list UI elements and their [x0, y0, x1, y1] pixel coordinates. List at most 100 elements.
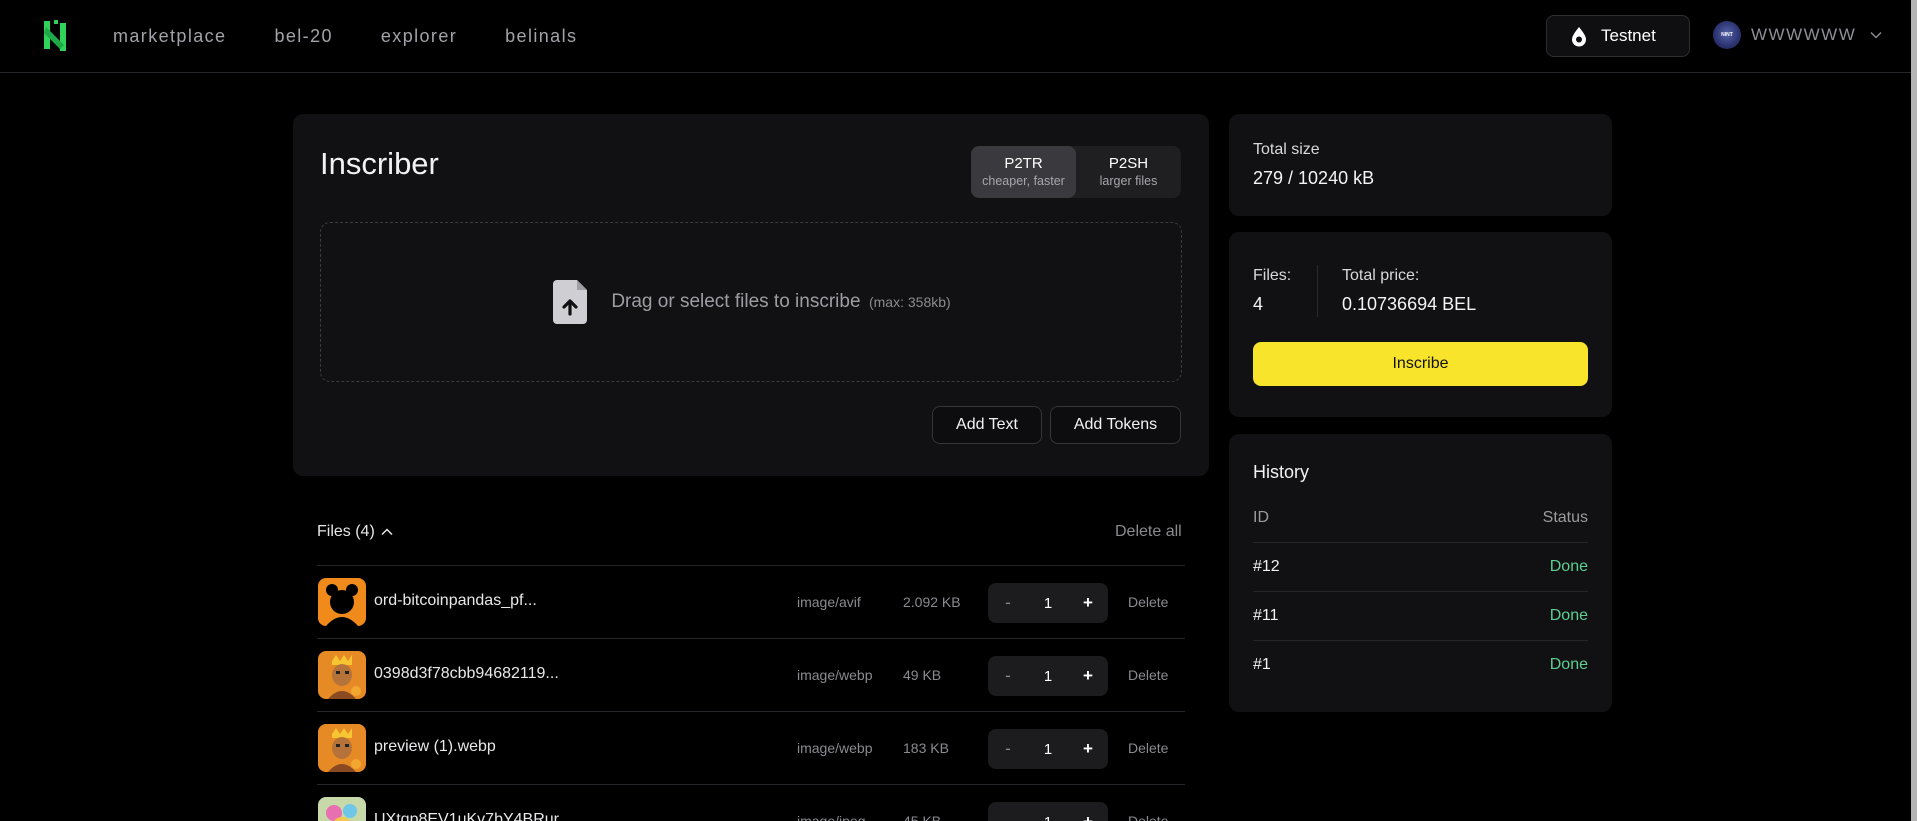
files-count-value: 4 [1253, 294, 1264, 314]
add-text-button[interactable]: Add Text [932, 406, 1042, 444]
decrement-button[interactable]: - [998, 593, 1018, 613]
status-badge: Done [1549, 656, 1588, 673]
history-col-status: Status [1542, 509, 1588, 526]
decrement-button[interactable]: - [998, 666, 1018, 686]
chevron-down-icon [1870, 32, 1882, 39]
account-name: WWWWWW [1751, 25, 1857, 44]
divider [1317, 265, 1318, 317]
file-size: 183 KB [903, 740, 949, 756]
network-button[interactable]: Testnet [1546, 15, 1690, 57]
mode-subtitle: cheaper, faster [982, 174, 1065, 188]
decrement-button[interactable]: - [998, 739, 1018, 759]
total-size-value: 279 / 10240 kB [1253, 168, 1375, 188]
file-row: 0398d3f78cbb94682119... image/webp 49 KB… [317, 638, 1185, 711]
history-list: #12 Done #11 Done #1 Done [1253, 542, 1588, 689]
file-row: ord-bitcoinpandas_pf... image/avif 2.092… [317, 565, 1185, 638]
dropzone-max-size: (max: 358kb) [868, 294, 951, 310]
history-col-id: ID [1253, 509, 1269, 526]
file-name: preview (1).webp [374, 738, 496, 755]
history-id: #11 [1253, 607, 1279, 624]
network-drop-icon [1572, 27, 1586, 47]
status-badge: Done [1549, 607, 1588, 624]
status-badge: Done [1549, 558, 1588, 575]
chevron-up-icon [381, 528, 393, 536]
history-row[interactable]: #1 Done [1253, 640, 1588, 689]
file-name: 0398d3f78cbb94682119... [374, 665, 559, 682]
total-size-label: Total size [1253, 141, 1320, 158]
colorful-art-thumbnail [318, 797, 366, 821]
nav-bel-20[interactable]: bel-20 [274, 26, 332, 47]
nav-marketplace[interactable]: marketplace [113, 26, 226, 47]
file-upload-icon [553, 280, 588, 324]
history-header: ID Status [1253, 509, 1588, 527]
quantity-stepper: - 1 + [988, 729, 1108, 769]
quantity-value[interactable]: 1 [1044, 741, 1052, 758]
top-header: marketplace bel-20 explorer belinals Tes… [0, 0, 1911, 73]
history-row[interactable]: #11 Done [1253, 591, 1588, 640]
network-label: Testnet [1601, 26, 1656, 45]
nav-belinals[interactable]: belinals [505, 26, 577, 47]
file-size: 2.092 KB [903, 594, 961, 610]
add-tokens-button[interactable]: Add Tokens [1050, 406, 1181, 444]
increment-button[interactable]: + [1078, 739, 1098, 759]
files-header: Files (4) [317, 523, 375, 540]
page-title: Inscriber [320, 146, 439, 181]
file-type: image/jpeg [797, 813, 866, 821]
delete-file-button[interactable]: Delete [1128, 594, 1168, 610]
quantity-stepper: - 1 + [988, 802, 1108, 821]
history-id: #12 [1253, 558, 1280, 575]
mode-p2sh[interactable]: P2SH larger files [1076, 146, 1181, 198]
delete-file-button[interactable]: Delete [1128, 740, 1168, 756]
history-title: History [1253, 462, 1310, 482]
decrement-button[interactable]: - [998, 812, 1018, 821]
file-size: 45 KB [903, 813, 942, 821]
total-price-value: 0.10736694 BEL [1342, 294, 1477, 314]
logo-icon[interactable] [40, 19, 70, 53]
files-toggle[interactable]: Files (4) [317, 523, 393, 541]
increment-button[interactable]: + [1078, 666, 1098, 686]
delete-file-button[interactable]: Delete [1128, 813, 1168, 821]
file-row: preview (1).webp image/webp 183 KB - 1 +… [317, 711, 1185, 784]
files-count-label: Files: [1253, 267, 1292, 284]
inscribe-button[interactable]: Inscribe [1253, 342, 1588, 386]
delete-file-button[interactable]: Delete [1128, 667, 1168, 683]
quantity-value[interactable]: 1 [1044, 668, 1052, 685]
king-thumbnail [318, 724, 366, 772]
quantity-value[interactable]: 1 [1044, 595, 1052, 612]
delete-all-button[interactable]: Delete all [1115, 523, 1182, 541]
quantity-value[interactable]: 1 [1044, 814, 1052, 821]
file-name: UXtqp8EV1uKv7bY4BRur [374, 811, 559, 821]
quantity-stepper: - 1 + [988, 656, 1108, 696]
total-price-label: Total price: [1342, 267, 1420, 284]
increment-button[interactable]: + [1078, 593, 1098, 613]
mode-subtitle: larger files [1099, 174, 1158, 188]
avatar: NINT [1713, 21, 1741, 49]
history-card: History ID Status #12 Done #11 Done #1 D… [1229, 434, 1612, 712]
inscriber-panel: Inscriber P2TR cheaper, faster P2SH larg… [293, 114, 1209, 476]
file-name: ord-bitcoinpandas_pf... [374, 592, 537, 609]
account-menu[interactable]: NINT WWWWWW [1713, 21, 1882, 49]
mode-p2tr[interactable]: P2TR cheaper, faster [971, 146, 1076, 198]
main-nav: marketplace bel-20 explorer belinals [113, 26, 577, 47]
nav-explorer[interactable]: explorer [381, 26, 457, 47]
history-id: #1 [1253, 656, 1271, 673]
mode-toggle: P2TR cheaper, faster P2SH larger files [971, 146, 1181, 198]
file-dropzone[interactable]: Drag or select files to inscribe (max: 3… [320, 222, 1182, 382]
total-size-card: Total size 279 / 10240 kB [1229, 114, 1612, 216]
increment-button[interactable]: + [1078, 812, 1098, 821]
file-size: 49 KB [903, 667, 942, 683]
page-scrollbar[interactable] [1911, 0, 1917, 821]
files-list: ord-bitcoinpandas_pf... image/avif 2.092… [317, 565, 1185, 821]
mode-title: P2SH [1108, 155, 1149, 172]
file-type: image/avif [797, 594, 861, 610]
history-row[interactable]: #12 Done [1253, 542, 1588, 591]
file-type: image/webp [797, 740, 873, 756]
panda-thumbnail [318, 578, 366, 626]
price-card: Files: 4 Total price: 0.10736694 BEL Ins… [1229, 232, 1612, 417]
file-row: UXtqp8EV1uKv7bY4BRur image/jpeg 45 KB - … [317, 784, 1185, 821]
king-thumbnail [318, 651, 366, 699]
quantity-stepper: - 1 + [988, 583, 1108, 623]
file-type: image/webp [797, 667, 873, 683]
mode-title: P2TR [1004, 155, 1043, 172]
dropzone-label: Drag or select files to inscribe [611, 291, 861, 312]
